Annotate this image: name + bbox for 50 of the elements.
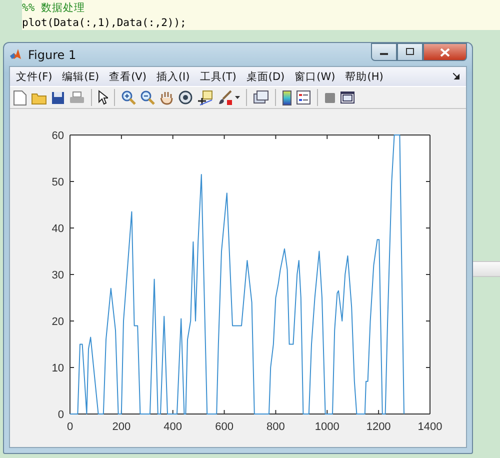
x-tick-label: 1000 xyxy=(314,421,340,433)
zoom-in-icon[interactable] xyxy=(121,90,136,105)
x-tick-label: 0 xyxy=(66,421,74,433)
close-button[interactable] xyxy=(423,43,467,61)
menu-item[interactable]: 桌面(D) xyxy=(246,70,285,84)
menu-item[interactable]: 帮助(H) xyxy=(345,70,384,84)
document-icon[interactable] xyxy=(13,90,27,106)
y-tick-label: 40 xyxy=(52,223,64,235)
menu-item[interactable]: 文件(F) xyxy=(16,70,52,84)
arrow-icon[interactable] xyxy=(453,73,460,80)
square-icon[interactable] xyxy=(324,92,336,104)
menu-item[interactable]: 插入(I) xyxy=(156,70,190,84)
y-tick-label: 20 xyxy=(52,316,64,328)
arrow-cursor-icon[interactable] xyxy=(98,90,108,105)
panel-icon[interactable] xyxy=(340,91,355,104)
y-tick-label: 10 xyxy=(52,362,64,374)
menu-item[interactable]: 工具(T) xyxy=(200,70,236,84)
peak-logo-icon xyxy=(9,48,22,61)
printer-icon[interactable] xyxy=(69,90,85,104)
colorbar-icon[interactable] xyxy=(282,90,292,106)
y-tick-label: 30 xyxy=(52,270,64,282)
hand-icon[interactable] xyxy=(159,90,174,105)
brush-icon[interactable] xyxy=(217,90,233,105)
menu-item[interactable]: 查看(V) xyxy=(109,70,146,84)
linked-windows-icon[interactable] xyxy=(253,90,269,105)
maximize-icon xyxy=(405,48,415,56)
caret-icon[interactable] xyxy=(235,96,240,99)
y-tick-label: 0 xyxy=(58,409,64,421)
code-line: plot(Data(:,1),Data(:,2)); xyxy=(22,17,188,30)
window-title: Figure 1 xyxy=(28,48,76,62)
y-tick-label: 50 xyxy=(52,176,64,188)
legend-icon[interactable] xyxy=(296,90,311,105)
maximize-button[interactable] xyxy=(397,43,423,61)
x-tick-label: 400 xyxy=(164,421,182,433)
floppy-icon[interactable] xyxy=(51,90,65,104)
close-icon xyxy=(440,48,450,56)
menu-item[interactable]: 窗口(W) xyxy=(294,70,336,84)
rotate-icon[interactable] xyxy=(178,90,193,105)
minimize-button[interactable] xyxy=(371,43,397,61)
folder-icon[interactable] xyxy=(31,90,47,104)
y-tick-label: 60 xyxy=(52,130,64,142)
data-cursor-icon[interactable] xyxy=(197,90,213,106)
menu-item[interactable]: 编辑(E) xyxy=(62,70,100,84)
x-tick-label: 200 xyxy=(112,421,131,433)
x-tick-label: 600 xyxy=(215,421,234,433)
x-tick-label: 800 xyxy=(266,421,285,433)
zoom-out-icon[interactable] xyxy=(140,90,155,105)
x-tick-label: 1200 xyxy=(366,421,391,433)
code-line: %% 数据处理 xyxy=(22,2,86,15)
x-tick-label: 1400 xyxy=(418,421,442,433)
